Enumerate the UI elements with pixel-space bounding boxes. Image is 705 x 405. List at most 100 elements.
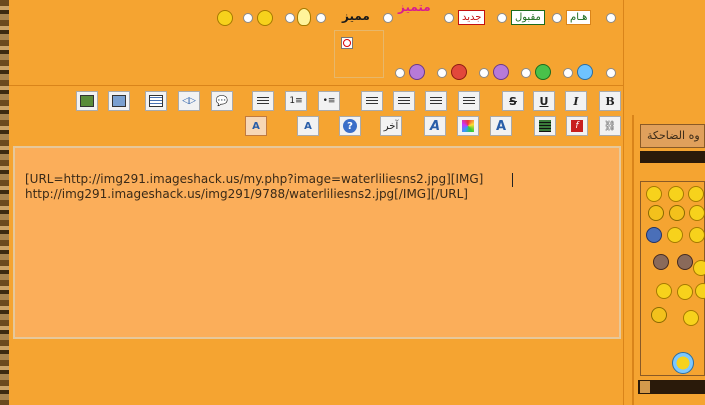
devil-face-icon[interactable]: [669, 205, 685, 221]
link-icon: ⛓: [603, 120, 617, 132]
film-icon: [539, 120, 551, 132]
post-icon-radio[interactable]: [563, 68, 573, 78]
post-icon-radio[interactable]: [606, 68, 616, 78]
font-face-icon: A: [429, 118, 441, 134]
help-icon: ?: [343, 119, 357, 133]
image-icon: [80, 95, 94, 107]
accepted-tag-icon: مقبول: [511, 10, 545, 25]
sad-face-icon: [257, 10, 273, 26]
align-justify-button[interactable]: [252, 91, 274, 111]
align-justify-icon: [257, 96, 269, 106]
font-size-button[interactable]: A: [490, 116, 512, 136]
insert-quote-button[interactable]: 💬: [211, 91, 233, 111]
ordered-list-icon: 1≡: [289, 96, 303, 106]
align-right-button[interactable]: [393, 91, 415, 111]
post-icon-radio[interactable]: [521, 68, 531, 78]
heart-face-icon[interactable]: [667, 227, 683, 243]
font-text-label: آخر: [383, 120, 399, 132]
lightbulb-icon: [297, 8, 311, 26]
align-center-button[interactable]: [425, 91, 447, 111]
post-icon-radio[interactable]: [437, 68, 447, 78]
cat-face-icon[interactable]: [648, 205, 664, 221]
panel-separator: [640, 151, 705, 163]
bear-icon[interactable]: [677, 254, 693, 270]
insert-video-button[interactable]: [534, 116, 556, 136]
italic-button[interactable]: I: [565, 91, 587, 111]
smile-icon[interactable]: [646, 186, 662, 202]
strikethrough-button[interactable]: S: [502, 91, 524, 111]
font-face-button[interactable]: A: [424, 116, 446, 136]
post-icon-radio[interactable]: [316, 13, 326, 23]
confused-icon[interactable]: [695, 283, 705, 299]
color-picker-button[interactable]: [457, 116, 479, 136]
divider: [9, 85, 623, 86]
bold-button[interactable]: B: [599, 91, 621, 111]
angry-face-icon: [451, 64, 467, 80]
text-cursor: [512, 173, 513, 187]
blue-face-icon[interactable]: [646, 227, 662, 243]
editor-line: [URL=http://img291.imageshack.us/my.php?…: [25, 172, 484, 186]
smile-icon[interactable]: [677, 284, 693, 300]
underline-button[interactable]: U: [533, 91, 555, 111]
featured-label: متميز: [398, 0, 431, 14]
align-full-button[interactable]: [458, 91, 480, 111]
unordered-list-button[interactable]: •≡: [318, 91, 340, 111]
king-icon[interactable]: [683, 310, 699, 326]
quote-icon: 💬: [215, 95, 229, 107]
color-palette-icon: [462, 120, 474, 132]
panel-border: [632, 115, 634, 405]
help-button[interactable]: ?: [339, 116, 361, 136]
flower-face-icon[interactable]: [672, 352, 694, 374]
pharaoh-icon[interactable]: [651, 307, 667, 323]
underline-label: U: [539, 94, 549, 108]
distinguished-label: مميز: [342, 9, 370, 23]
font-text-button[interactable]: آخر: [380, 116, 402, 136]
idea-icon[interactable]: [656, 283, 672, 299]
gallery-icon: [112, 95, 126, 107]
font-style-button[interactable]: A: [245, 116, 267, 136]
cat-icon[interactable]: [653, 254, 669, 270]
insert-table-button[interactable]: [145, 91, 167, 111]
post-icon-radio[interactable]: [243, 13, 253, 23]
decorative-left-border: [0, 0, 9, 405]
purple-grin-icon: [493, 64, 509, 80]
align-right-icon: [398, 96, 410, 106]
italic-label: I: [573, 94, 579, 108]
remove-format-button[interactable]: A: [297, 116, 319, 136]
smile-icon: [217, 10, 233, 26]
post-icon-radio[interactable]: [497, 13, 507, 23]
new-tag-icon: جديد: [458, 10, 486, 25]
post-icon-radio[interactable]: [383, 13, 393, 23]
align-left-button[interactable]: [361, 91, 383, 111]
grin-icon[interactable]: [668, 186, 684, 202]
scared-icon[interactable]: [693, 260, 705, 276]
post-icon-radio[interactable]: [552, 13, 562, 23]
remove-format-icon: A: [304, 120, 312, 132]
laugh-icon[interactable]: [689, 205, 705, 221]
editor-content: [URL=http://img291.imageshack.us/my.php?…: [25, 157, 615, 202]
insert-flash-button[interactable]: f: [566, 116, 588, 136]
scroll-left-arrow-icon[interactable]: [640, 381, 650, 393]
post-icon-radio[interactable]: [285, 13, 295, 23]
align-center-icon: [430, 96, 442, 106]
smilies-category-tab[interactable]: وه الضاحكة: [640, 124, 705, 148]
font-style-icon: A: [252, 120, 260, 132]
post-icon-radio[interactable]: [444, 13, 454, 23]
media-icon: ◁▷: [182, 96, 196, 106]
align-full-icon: [463, 96, 475, 106]
flash-icon: f: [571, 120, 583, 132]
angry-purple-face-icon: [409, 64, 425, 80]
align-left-icon: [366, 96, 378, 106]
post-icon-radio[interactable]: [479, 68, 489, 78]
post-icon-radio[interactable]: [395, 68, 405, 78]
insert-link-button[interactable]: ⛓: [599, 116, 621, 136]
wink-icon[interactable]: [688, 186, 704, 202]
strikethrough-label: S: [509, 94, 517, 108]
insert-image-button[interactable]: [76, 91, 98, 111]
insert-gallery-button[interactable]: [108, 91, 130, 111]
ordered-list-button[interactable]: 1≡: [285, 91, 307, 111]
bold-label: B: [605, 94, 615, 108]
sleepy-icon[interactable]: [689, 227, 705, 243]
insert-media-button[interactable]: ◁▷: [178, 91, 200, 111]
post-icon-radio[interactable]: [606, 13, 616, 23]
